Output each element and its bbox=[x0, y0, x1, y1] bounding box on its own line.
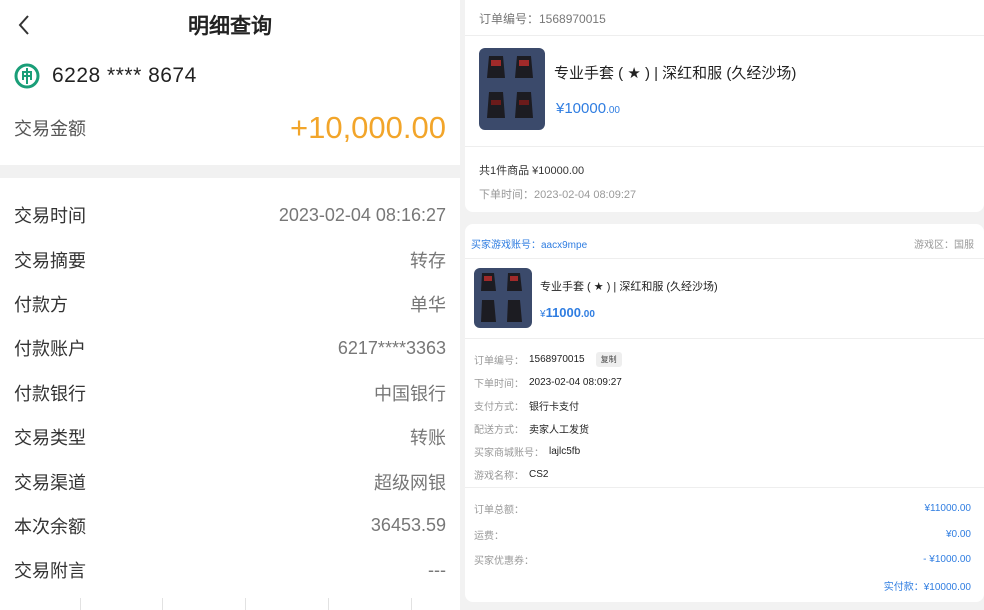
totals-list: 订单总额： ¥11000.00 运费： ¥0.00 买家优惠券： - ¥1000.00 bbox=[474, 496, 971, 573]
divider bbox=[465, 338, 984, 339]
info-value: 卖家人工发货 bbox=[529, 425, 589, 436]
detail-value: 转账 bbox=[410, 428, 446, 449]
product-price: ¥10000.00 bbox=[556, 100, 620, 117]
divider bbox=[465, 35, 984, 36]
detail-label: 付款银行 bbox=[14, 383, 86, 404]
info-label: 配送方式： bbox=[474, 425, 524, 436]
card-number: 6228 **** 8674 bbox=[52, 64, 197, 87]
info-value: CS2 bbox=[529, 469, 549, 480]
order-summary: 共1件商品 ¥10000.00 bbox=[479, 165, 585, 177]
detail-value: 转存 bbox=[410, 250, 446, 271]
amount-row: 交易金额 +10,000.00 bbox=[14, 108, 446, 148]
detail-list: 交易时间 2023-02-04 08:16:27 交易摘要 转存 付款方 单华 付款账… bbox=[14, 193, 446, 593]
detail-row-type: 交易类型 转账 bbox=[14, 415, 446, 459]
paid-amount: 实付款：¥10000.00 bbox=[883, 582, 971, 593]
detail-label: 交易时间 bbox=[14, 206, 86, 227]
detail-row-payer-bank: 付款银行 中国银行 bbox=[14, 371, 446, 415]
order-card[interactable]: 订单编号：1568970015 专业手套 ( ★ ) | 深红和服 (久经沙场)… bbox=[465, 0, 984, 212]
info-value: 2023-02-04 08:09:27 bbox=[529, 377, 622, 388]
detail-value: 2023-02-04 08:16:27 bbox=[278, 204, 446, 225]
detail-label: 交易渠道 bbox=[14, 472, 86, 493]
price-decimal: .00 bbox=[606, 105, 620, 116]
total-row-shipping: 运费： ¥0.00 bbox=[474, 522, 971, 548]
game-region: 游戏区：国服 bbox=[914, 240, 974, 251]
detail-row-memo: 交易附言 --- bbox=[14, 548, 446, 592]
detail-row-payer-account: 付款账户 6217****3363 bbox=[14, 326, 446, 370]
top-bar: 明细查询 bbox=[0, 0, 460, 50]
detail-label: 交易类型 bbox=[14, 428, 86, 449]
info-row-order-time: 下单时间： 2023-02-04 08:09:27 bbox=[474, 371, 622, 394]
info-row-game: 游戏名称： CS2 bbox=[474, 463, 622, 486]
product-name[interactable]: 专业手套 ( ★ ) | 深红和服 (久经沙场) bbox=[554, 62, 796, 83]
detail-row-balance: 本次余额 36453.59 bbox=[14, 504, 446, 548]
info-label: 下单时间： bbox=[474, 379, 524, 390]
info-label: 游戏名称： bbox=[474, 471, 524, 482]
glove-product-image[interactable] bbox=[479, 48, 545, 130]
order-info-list: 订单编号： 1568970015 复制 下单时间： 2023-02-04 08:09:… bbox=[474, 348, 622, 486]
detail-value: 单华 bbox=[410, 294, 446, 315]
total-label: 运费： bbox=[474, 530, 504, 542]
product-price: ¥11000.00 bbox=[540, 305, 595, 320]
buyer-game-account: 买家游戏账号：aacx9mpe bbox=[471, 240, 588, 251]
order-panel: 订单编号：1568970015 专业手套 ( ★ ) | 深红和服 (久经沙场)… bbox=[460, 0, 984, 610]
info-row-payment: 支付方式： 银行卡支付 bbox=[474, 394, 622, 417]
detail-label: 本次余额 bbox=[14, 516, 86, 537]
order-time: 下单时间：2023-02-04 08:09:27 bbox=[479, 189, 637, 201]
amount-label: 交易金额 bbox=[14, 119, 86, 139]
divider bbox=[465, 487, 984, 488]
price-main: 11000 bbox=[545, 305, 581, 320]
info-value: lajlc5fb bbox=[549, 446, 581, 457]
detail-value: 36453.59 bbox=[370, 515, 446, 536]
glove-product-image[interactable] bbox=[474, 268, 532, 328]
detail-label: 付款账户 bbox=[14, 339, 86, 360]
total-value: ¥0.00 bbox=[945, 528, 971, 540]
divider bbox=[465, 258, 984, 259]
price-decimal: .00 bbox=[581, 309, 595, 320]
abc-bank-logo-icon bbox=[14, 63, 40, 89]
info-row-store-account: 买家商城账号： lajlc5fb bbox=[474, 440, 622, 463]
info-label: 买家商城账号： bbox=[474, 448, 544, 459]
card-row: 6228 **** 8674 bbox=[14, 63, 197, 89]
total-row-coupon: 买家优惠券： - ¥1000.00 bbox=[474, 547, 971, 573]
detail-row-summary: 交易摘要 转存 bbox=[14, 237, 446, 281]
total-value: ¥11000.00 bbox=[924, 503, 971, 515]
detail-row-time: 交易时间 2023-02-04 08:16:27 bbox=[14, 193, 446, 237]
detail-label: 付款方 bbox=[14, 294, 68, 315]
price-main: ¥10000 bbox=[556, 100, 607, 117]
info-label: 支付方式： bbox=[474, 402, 524, 413]
detail-value: 中国银行 bbox=[374, 383, 446, 404]
amount-value: +10,000.00 bbox=[289, 110, 446, 145]
info-row-order-no: 订单编号： 1568970015 复制 bbox=[474, 348, 622, 371]
product-name[interactable]: 专业手套 ( ★ ) | 深红和服 (久经沙场) bbox=[540, 278, 718, 294]
info-value: 银行卡支付 bbox=[529, 402, 579, 413]
detail-row-payer: 付款方 单华 bbox=[14, 282, 446, 326]
total-row-order: 订单总额： ¥11000.00 bbox=[474, 496, 971, 522]
info-label: 订单编号： bbox=[474, 356, 524, 367]
page-title: 明细查询 bbox=[188, 15, 272, 38]
bottom-toolbar-edge bbox=[0, 598, 460, 610]
transaction-detail-panel: 明细查询 6228 **** 8674 交易金额 +10,000.00 交易时间… bbox=[0, 0, 460, 610]
section-divider bbox=[0, 165, 460, 178]
info-row-delivery: 配送方式： 卖家人工发货 bbox=[474, 417, 622, 440]
total-value: - ¥1000.00 bbox=[923, 554, 971, 566]
order-number: 订单编号：1568970015 bbox=[479, 12, 606, 26]
divider bbox=[465, 146, 984, 147]
screen: 明细查询 6228 **** 8674 交易金额 +10,000.00 交易时间… bbox=[0, 0, 984, 610]
detail-label: 交易附言 bbox=[14, 561, 86, 582]
detail-label: 交易摘要 bbox=[14, 250, 86, 271]
detail-value: 超级网银 bbox=[374, 472, 446, 493]
copy-button[interactable]: 复制 bbox=[595, 352, 622, 367]
detail-row-channel: 交易渠道 超级网银 bbox=[14, 459, 446, 503]
info-value: 1568970015 bbox=[529, 354, 585, 365]
detail-value: 6217****3363 bbox=[337, 337, 446, 358]
total-label: 订单总额： bbox=[474, 505, 524, 517]
detail-value: --- bbox=[428, 559, 446, 580]
total-label: 买家优惠券： bbox=[474, 556, 534, 568]
order-detail-card: 买家游戏账号：aacx9mpe 游戏区：国服 专业手套 ( ★ ) | 深红和服… bbox=[465, 224, 984, 602]
